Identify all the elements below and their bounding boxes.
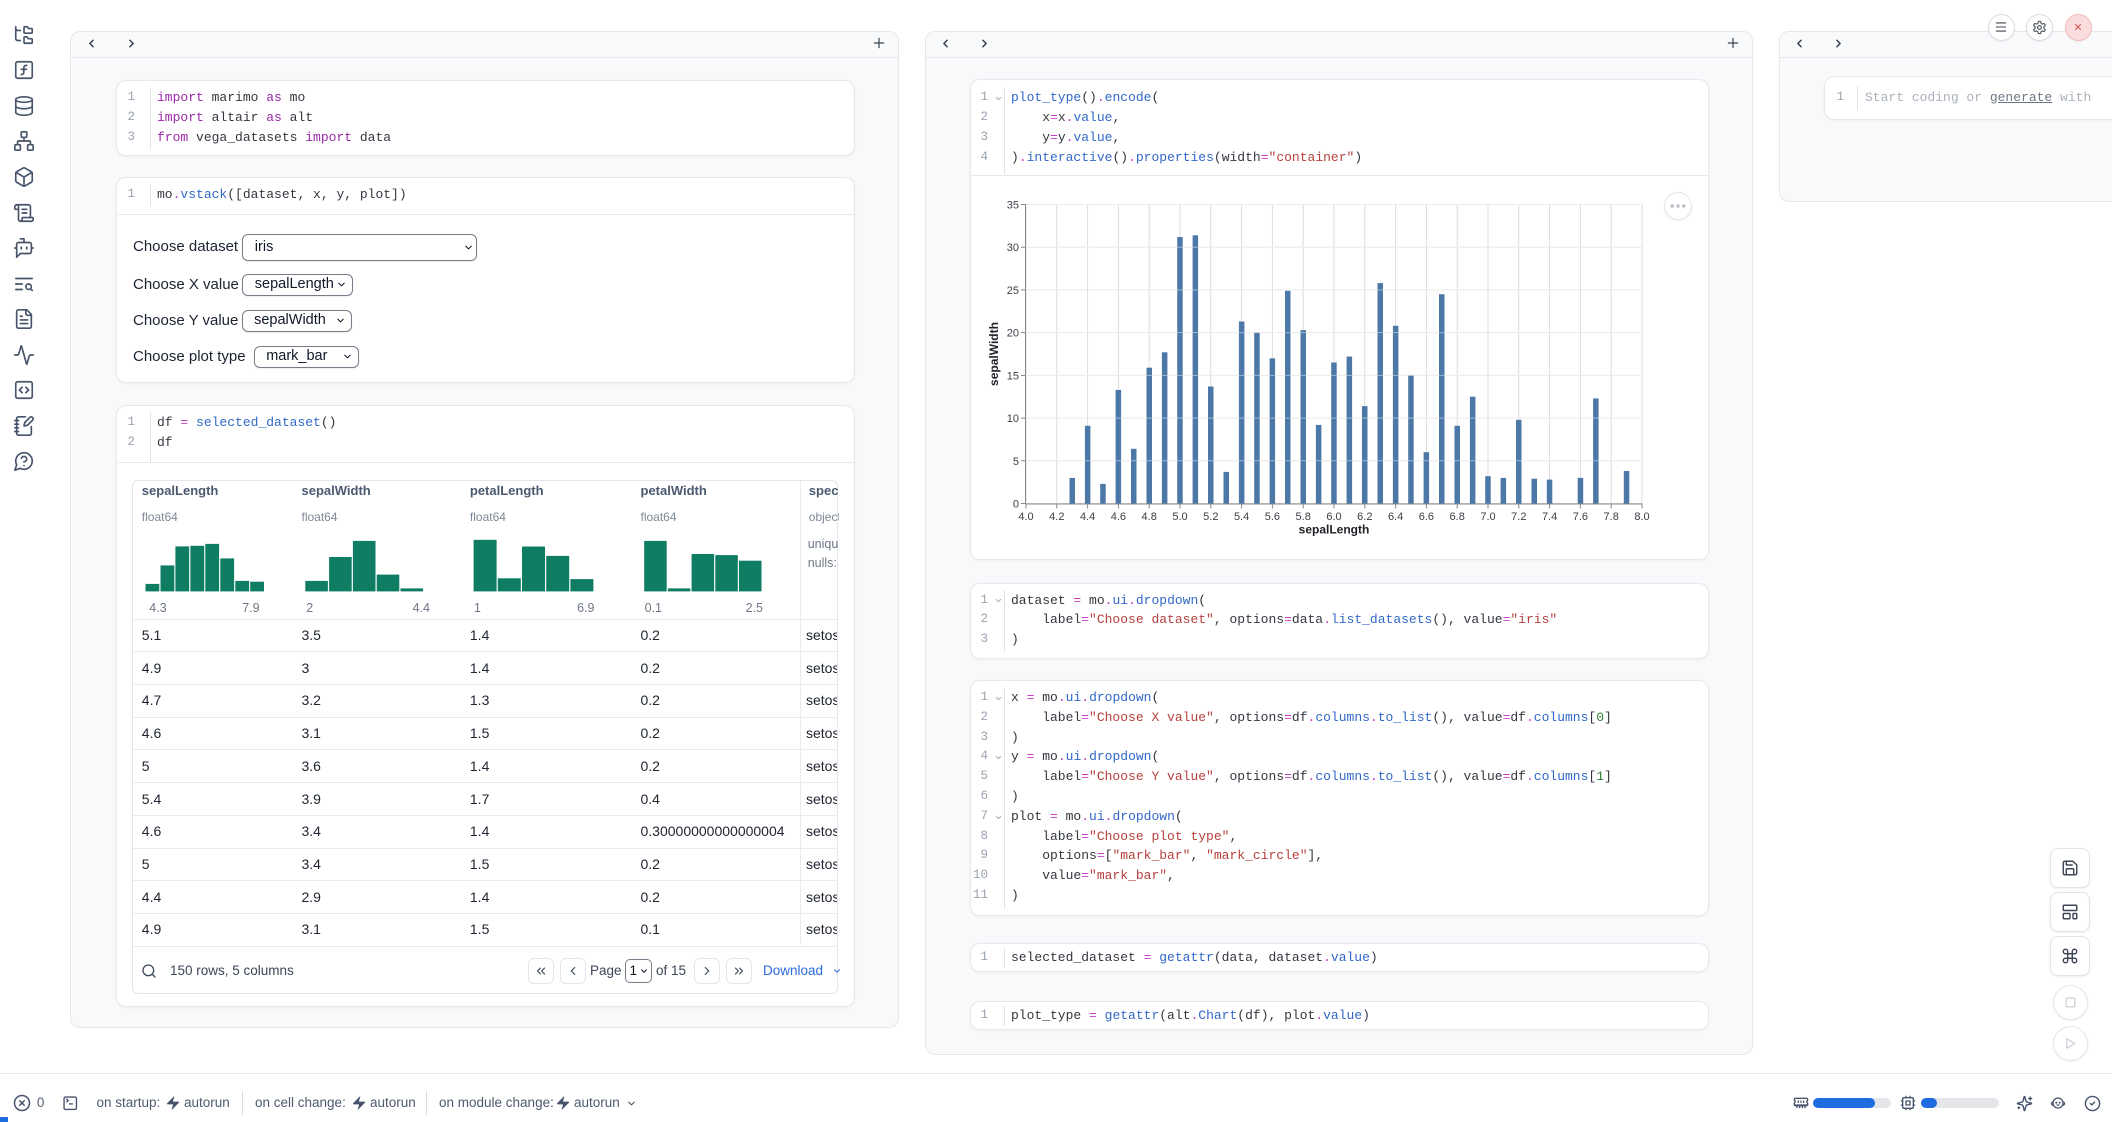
svg-text:35: 35 — [1007, 200, 1019, 212]
svg-text:4.2: 4.2 — [1049, 511, 1064, 523]
svg-text:5.6: 5.6 — [1265, 511, 1280, 523]
svg-text:10: 10 — [1007, 413, 1019, 425]
svg-text:7.2: 7.2 — [1511, 511, 1526, 523]
svg-text:5.4: 5.4 — [1234, 511, 1249, 523]
svg-text:4.8: 4.8 — [1142, 511, 1157, 523]
svg-text:6.6: 6.6 — [1419, 511, 1434, 523]
svg-text:5: 5 — [1013, 456, 1019, 468]
svg-text:6.8: 6.8 — [1450, 511, 1465, 523]
svg-text:20: 20 — [1007, 328, 1019, 340]
svg-text:8.0: 8.0 — [1634, 511, 1649, 523]
svg-text:25: 25 — [1007, 285, 1019, 297]
svg-text:5.8: 5.8 — [1296, 511, 1311, 523]
svg-text:6.4: 6.4 — [1388, 511, 1403, 523]
svg-text:15: 15 — [1007, 370, 1019, 382]
svg-text:30: 30 — [1007, 242, 1019, 254]
svg-text:sepalWidth: sepalWidth — [987, 322, 1001, 386]
svg-text:4.0: 4.0 — [1018, 511, 1033, 523]
svg-text:6.0: 6.0 — [1326, 511, 1341, 523]
svg-text:7.0: 7.0 — [1480, 511, 1495, 523]
svg-text:7.6: 7.6 — [1573, 511, 1588, 523]
svg-text:5.2: 5.2 — [1203, 511, 1218, 523]
svg-text:0: 0 — [1013, 499, 1019, 511]
svg-text:4.6: 4.6 — [1111, 511, 1126, 523]
svg-text:4.4: 4.4 — [1080, 511, 1095, 523]
svg-text:sepalLength: sepalLength — [1299, 523, 1370, 537]
svg-text:7.4: 7.4 — [1542, 511, 1557, 523]
svg-text:7.8: 7.8 — [1604, 511, 1619, 523]
svg-text:6.2: 6.2 — [1357, 511, 1372, 523]
svg-text:5.0: 5.0 — [1172, 511, 1187, 523]
